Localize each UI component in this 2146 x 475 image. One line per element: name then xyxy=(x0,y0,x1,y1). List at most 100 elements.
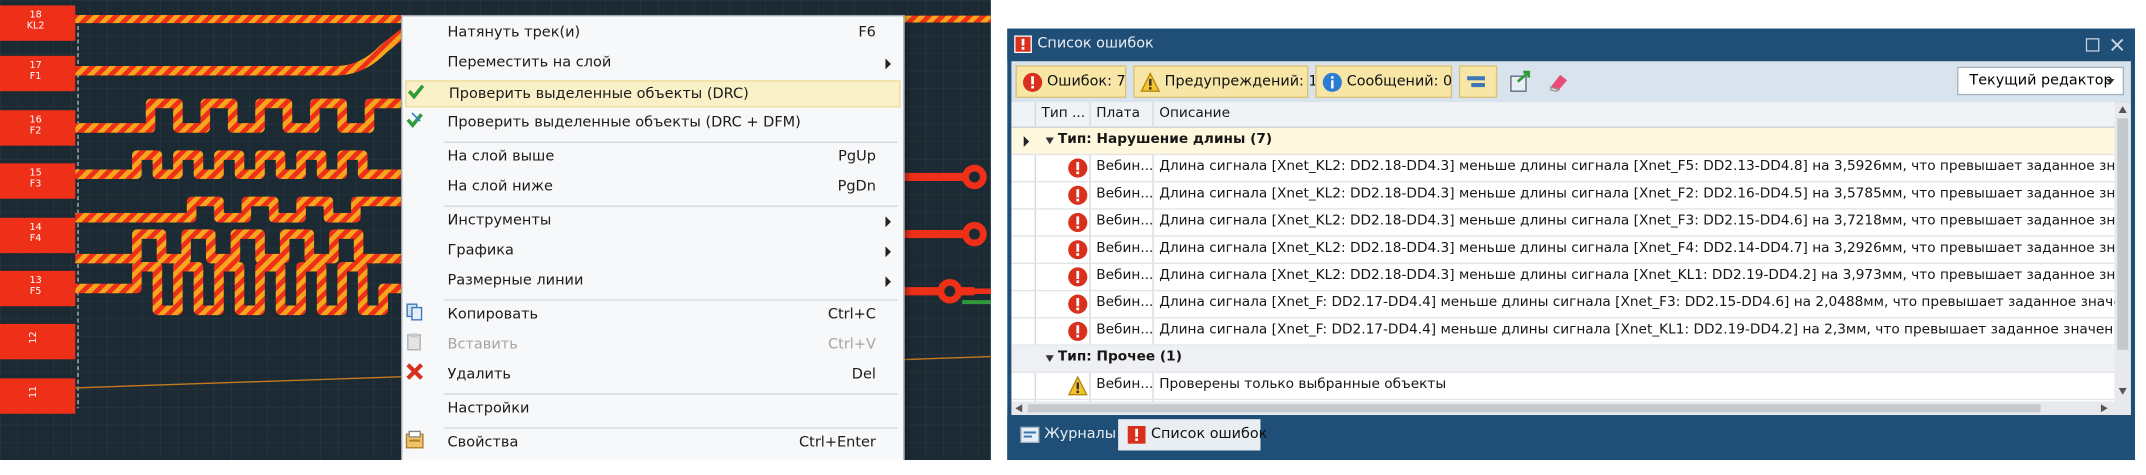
warnings-filter-button[interactable]: Предупреждений: 1 xyxy=(1133,65,1318,98)
menu-item-check-drc-dfm[interactable]: Проверить выделенные объекты (DRC + DFM) xyxy=(405,110,900,137)
check-icon xyxy=(407,84,425,100)
pad-number: 15 xyxy=(29,167,42,179)
group-row[interactable]: Тип: Нарушение длины (7) xyxy=(1011,127,2115,156)
pcb-pad[interactable]: 14 F4 xyxy=(0,217,76,254)
error-toolbar: Ошибок: 7 Предупреждений: 1 Сообщений: 0… xyxy=(1011,61,2131,103)
menu-separator xyxy=(443,427,898,429)
menu-separator xyxy=(443,393,898,395)
pcb-pad[interactable]: 13 F5 xyxy=(0,270,76,307)
warning-icon xyxy=(1140,72,1161,92)
error-icon xyxy=(1023,72,1043,92)
pcb-pad[interactable]: 15 F3 xyxy=(0,163,76,199)
table-row[interactable]: Вебин... Длина сигнала [Xnet_KL2: DD2.18… xyxy=(1011,182,2115,210)
error-list-icon xyxy=(1127,425,1146,444)
column-header-description[interactable]: Описание xyxy=(1159,106,1230,121)
editor-scope-select[interactable]: Текущий редактор xyxy=(1957,66,2125,96)
menu-item-check-drc[interactable]: Проверить выделенные объекты (DRC) xyxy=(405,80,901,108)
submenu-arrow-icon xyxy=(885,276,891,288)
scroll-down-icon[interactable] xyxy=(2118,387,2127,395)
scroll-thumb[interactable] xyxy=(1027,404,2041,413)
error-icon xyxy=(1068,212,1088,233)
group-toggle-button[interactable] xyxy=(1458,65,1498,98)
menu-item-graphics[interactable]: Графика xyxy=(405,238,900,265)
copy-icon xyxy=(406,303,423,321)
table-row[interactable]: Вебин... Проверены только выбранные объе… xyxy=(1011,373,2115,401)
pad-number: 14 xyxy=(29,221,42,233)
error-icon xyxy=(1068,294,1088,314)
properties-icon xyxy=(405,430,424,449)
window-title: Список ошибок xyxy=(1037,35,1154,52)
chevron-down-icon xyxy=(2106,78,2115,85)
logs-icon xyxy=(1020,426,1040,444)
menu-item-properties[interactable]: Свойства Ctrl+Enter xyxy=(405,430,900,457)
info-icon xyxy=(1322,72,1342,92)
menu-separator xyxy=(443,299,898,301)
grid-header: Тип ... Плата Описание xyxy=(1011,102,2115,128)
pad-label: 11 xyxy=(28,385,39,399)
menu-separator xyxy=(443,205,898,207)
eraser-icon[interactable] xyxy=(1545,68,1572,95)
error-icon xyxy=(1068,267,1088,287)
maximize-icon[interactable] xyxy=(2085,38,2100,52)
pad-number: 18 xyxy=(29,9,42,21)
tab-logs[interactable]: Журналы xyxy=(1011,419,1116,450)
pcb-pad[interactable]: 11 xyxy=(0,378,76,414)
horizontal-scrollbar[interactable] xyxy=(1011,401,2131,416)
vertical-scrollbar[interactable] xyxy=(2114,102,2131,402)
window-titlebar[interactable]: Список ошибок xyxy=(1007,28,2136,62)
menu-item-paste[interactable]: Вставить Ctrl+V xyxy=(405,332,900,359)
pad-label: F2 xyxy=(29,125,42,137)
pad-label: KL2 xyxy=(26,20,45,32)
menu-item-copy[interactable]: Копировать Ctrl+C xyxy=(405,302,900,329)
expand-icon[interactable] xyxy=(1045,355,1054,363)
menu-item-route-tracks[interactable]: Натянуть трек(и) F6 xyxy=(405,20,900,47)
pad-label: F5 xyxy=(29,285,42,297)
pcb-pad[interactable]: 18 KL2 xyxy=(0,5,76,41)
export-icon[interactable] xyxy=(1507,68,1534,95)
pad-label: F3 xyxy=(29,178,42,190)
submenu-arrow-icon xyxy=(885,216,891,228)
pad-number: 16 xyxy=(29,114,42,126)
pad-label: 12 xyxy=(28,331,39,344)
messages-filter-button[interactable]: Сообщений: 0 xyxy=(1315,65,1452,98)
scroll-right-icon[interactable] xyxy=(2100,404,2108,413)
menu-item-dimension-lines[interactable]: Размерные линии xyxy=(405,268,900,295)
column-header-board[interactable]: Плата xyxy=(1096,106,1140,121)
table-row[interactable]: Вебин... Длина сигнала [Xnet_KL2: DD2.18… xyxy=(1011,237,2115,265)
group-row[interactable]: Тип: Прочее (1) xyxy=(1011,345,2115,373)
close-icon[interactable] xyxy=(2110,38,2124,52)
error-grid: Тип ... Плата Описание Тип: Нарушение дл… xyxy=(1011,102,2115,402)
column-header-type[interactable]: Тип ... xyxy=(1042,106,1086,121)
pad-label: F4 xyxy=(29,232,42,244)
error-icon xyxy=(1068,321,1088,341)
warning-icon xyxy=(1067,375,1088,396)
table-row[interactable]: Вебин... Длина сигнала [Xnet_F: DD2.17-D… xyxy=(1011,318,2115,346)
scroll-left-icon[interactable] xyxy=(1015,404,1023,413)
pad-number: 13 xyxy=(29,274,42,286)
error-icon xyxy=(1068,185,1088,205)
scroll-thumb[interactable] xyxy=(2117,118,2129,350)
delete-icon xyxy=(406,363,423,380)
paste-icon xyxy=(407,333,421,351)
table-row[interactable]: Вебин... Длина сигнала [Xnet_KL2: DD2.18… xyxy=(1011,210,2115,237)
menu-item-delete[interactable]: Удалить Del xyxy=(405,362,900,389)
menu-item-tools[interactable]: Инструменты xyxy=(405,208,900,235)
table-row[interactable]: Вебин... Длина сигнала [Xnet_KL2: DD2.18… xyxy=(1011,264,2115,292)
errors-filter-button[interactable]: Ошибок: 7 xyxy=(1015,65,1127,98)
pcb-pad[interactable]: 17 F1 xyxy=(0,55,76,92)
pad-label: F1 xyxy=(29,70,42,82)
scroll-up-icon[interactable] xyxy=(2118,106,2127,113)
pcb-pad[interactable]: 12 xyxy=(0,323,76,360)
pcb-pad[interactable]: 16 F2 xyxy=(0,110,76,146)
menu-item-layer-up[interactable]: На слой выше PgUp xyxy=(405,144,900,171)
row-selector-icon xyxy=(1023,136,1030,147)
pcb-canvas[interactable]: 18 KL2 17 F1 16 F2 15 F3 14 F4 13 F5 12 xyxy=(0,0,991,461)
menu-item-layer-down[interactable]: На слой ниже PgDn xyxy=(405,174,900,201)
expand-icon[interactable] xyxy=(1045,137,1054,145)
table-row[interactable]: Вебин... Длина сигнала [Xnet_F: DD2.17-D… xyxy=(1011,291,2115,319)
menu-item-move-to-layer[interactable]: Переместить на слой xyxy=(405,50,900,77)
context-menu: Натянуть трек(и) F6 Переместить на слой … xyxy=(400,14,905,461)
menu-item-settings[interactable]: Настройки xyxy=(405,396,900,423)
table-row[interactable]: Вебин... Длина сигнала [Xnet_KL2: DD2.18… xyxy=(1011,155,2115,183)
tab-error-list[interactable]: Список ошибок xyxy=(1118,419,1267,451)
